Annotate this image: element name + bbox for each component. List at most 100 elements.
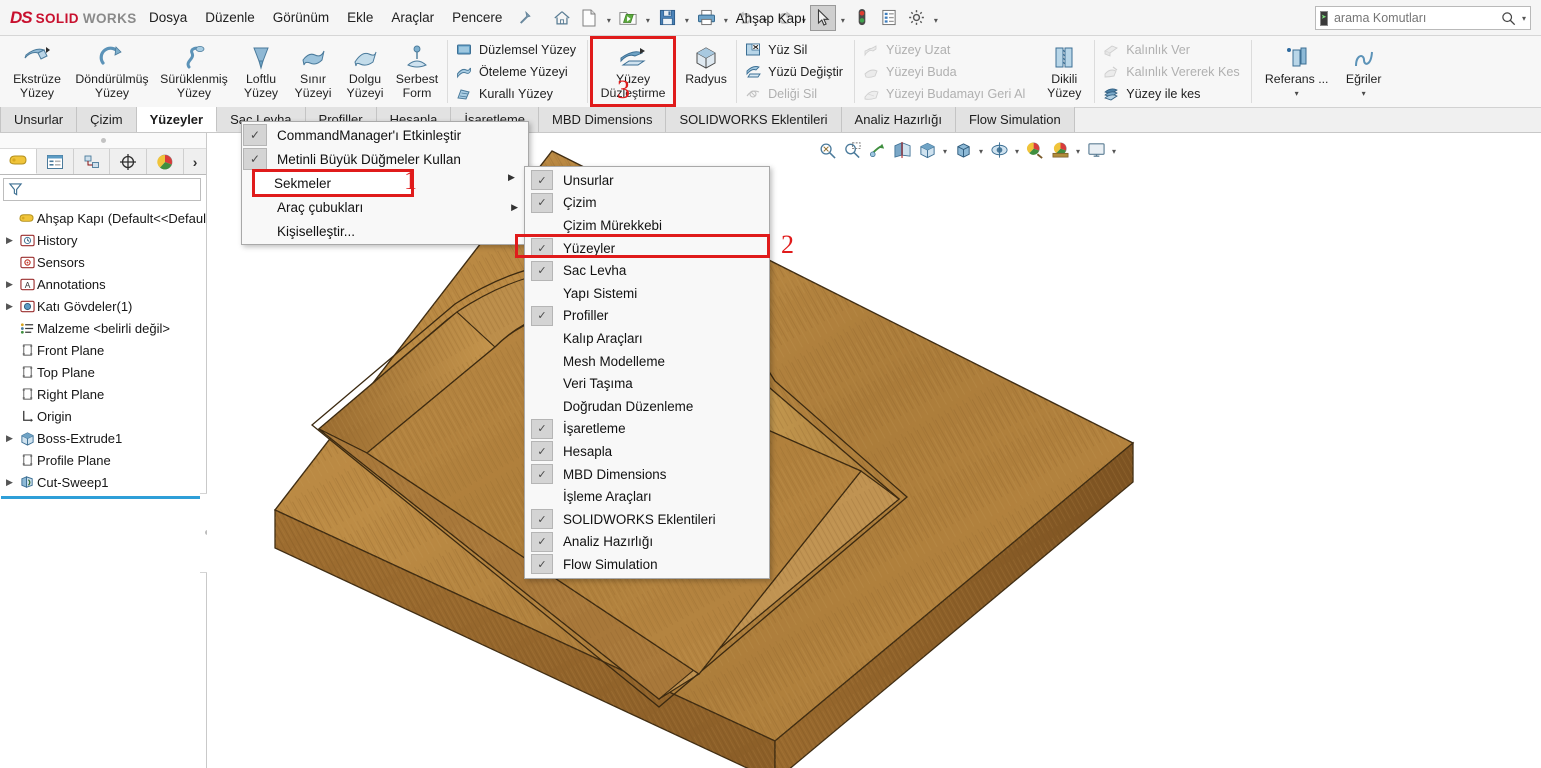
- checkbox-checked-icon[interactable]: ✓: [243, 148, 267, 170]
- tree-twisty[interactable]: ▶: [2, 235, 17, 246]
- select-arrow-icon[interactable]: [810, 4, 837, 31]
- tree-rollback-bar[interactable]: [1, 496, 206, 499]
- checkbox-checked-icon[interactable]: ✓: [243, 124, 267, 146]
- checkbox-checked-icon[interactable]: ✓: [531, 418, 553, 439]
- context-item-kisisellestir[interactable]: Kişiselleştir...: [242, 219, 528, 243]
- tab-cizim[interactable]: Çizim: [77, 107, 137, 132]
- submenu-item-cizim-murekkebi[interactable]: Çizim Mürekkebi: [525, 214, 769, 237]
- tab-unsurlar[interactable]: Unsurlar: [0, 107, 78, 132]
- submenu-item-veri-tasima[interactable]: Veri Taşıma: [525, 372, 769, 395]
- menu-item-gorunum[interactable]: Görünüm: [264, 4, 338, 31]
- ribbon-button-yuzey-ile-kes[interactable]: Yüzey ile kes: [1098, 83, 1247, 105]
- menu-item-pencere[interactable]: Pencere: [443, 4, 511, 31]
- checkbox-checked-icon[interactable]: ✓: [531, 509, 553, 530]
- ribbon-button-dolgu-yuzeyi[interactable]: Dolgu Yüzeyi: [339, 38, 391, 105]
- submenu-item-hesapla[interactable]: ✓ Hesapla: [525, 440, 769, 463]
- tree-node-history[interactable]: ▶ History: [0, 229, 206, 251]
- open-folder-caret-icon[interactable]: ▾: [642, 5, 653, 31]
- checkbox-empty-icon[interactable]: [531, 487, 553, 507]
- ribbon-button-yuz-sil[interactable]: Yüz Sil: [740, 39, 851, 61]
- ribbon-button-radyus[interactable]: Radyus: [680, 38, 732, 105]
- checkbox-checked-icon[interactable]: ✓: [531, 464, 553, 485]
- submenu-item-kalip-araclari[interactable]: Kalıp Araçları: [525, 327, 769, 350]
- submenu-item-solidworks-eklentileri[interactable]: ✓ SOLIDWORKS Eklentileri: [525, 508, 769, 531]
- checkbox-empty-icon[interactable]: [531, 283, 553, 303]
- select-caret-icon[interactable]: ▾: [837, 5, 848, 31]
- open-folder-icon[interactable]: [615, 5, 641, 31]
- checkbox-empty-icon[interactable]: [531, 215, 553, 235]
- context-item-arac-cubuklari[interactable]: Araç çubukları ▶: [242, 195, 528, 219]
- tab-analiz-hazirligi[interactable]: Analiz Hazırlığı: [841, 107, 956, 132]
- search-caret-icon[interactable]: ▾: [1522, 14, 1526, 23]
- pushpin-icon[interactable]: [517, 10, 532, 25]
- ribbon-button-ekstruze-yuzey[interactable]: Ekstrüze Yüzey: [3, 38, 71, 105]
- submenu-item-profiller[interactable]: ✓ Profiller: [525, 305, 769, 328]
- context-item-commandmanager-etkinlestir[interactable]: ✓ CommandManager'ı Etkinleştir: [242, 123, 528, 147]
- feature-tree-tab[interactable]: [0, 149, 37, 174]
- submenu-item-unsurlar[interactable]: ✓ Unsurlar: [525, 169, 769, 192]
- ribbon-button-serbest-form[interactable]: Serbest Form: [391, 38, 443, 105]
- submenu-item-isleme-araclari[interactable]: İşleme Araçları: [525, 485, 769, 508]
- panel-tabs-more-icon[interactable]: ›: [184, 149, 206, 174]
- ribbon-button-duzlemsel-yuzey[interactable]: Düzlemsel Yüzey: [451, 39, 584, 61]
- tree-node-top-plane[interactable]: Top Plane: [0, 361, 206, 383]
- ribbon-button-kuralli-yuzey[interactable]: Kurallı Yüzey: [451, 83, 584, 105]
- search-icon[interactable]: [1501, 11, 1516, 26]
- ribbon-button-loftlu-yuzey[interactable]: Loftlu Yüzey: [235, 38, 287, 105]
- new-document-icon[interactable]: [576, 5, 602, 31]
- checkbox-checked-icon[interactable]: ✓: [531, 192, 553, 213]
- panel-drag-handle[interactable]: [0, 133, 206, 149]
- checkbox-empty-icon[interactable]: [531, 374, 553, 394]
- tree-node-annotations[interactable]: ▶ A Annotations: [0, 273, 206, 295]
- checkbox-checked-icon[interactable]: ✓: [531, 170, 553, 191]
- redo-icon[interactable]: [771, 5, 797, 31]
- ribbon-button-oteleme-yuzeyi[interactable]: Öteleme Yüzeyi: [451, 61, 584, 83]
- ribbon-button-sinir-yuzeyi[interactable]: Sınır Yüzeyi: [287, 38, 339, 105]
- submenu-item-analiz-hazirligi[interactable]: ✓ Analiz Hazırlığı: [525, 531, 769, 554]
- ribbon-button-dondurulmus-yuzey[interactable]: Döndürülmüş Yüzey: [71, 38, 153, 105]
- checkbox-empty-icon[interactable]: [531, 396, 553, 416]
- menu-item-duzenle[interactable]: Düzenle: [196, 4, 264, 31]
- tab-flow-simulation[interactable]: Flow Simulation: [955, 107, 1075, 132]
- save-caret-icon[interactable]: ▾: [681, 5, 692, 31]
- feature-tree-filter[interactable]: [3, 178, 201, 201]
- checkbox-checked-icon[interactable]: ✓: [531, 441, 553, 462]
- ribbon-button-egriler[interactable]: Eğriler ▾: [1338, 38, 1390, 105]
- checkbox-checked-icon[interactable]: ✓: [531, 260, 553, 281]
- undo-icon[interactable]: [732, 5, 758, 31]
- submenu-item-isaretleme[interactable]: ✓ İşaretleme: [525, 418, 769, 441]
- tree-node-origin[interactable]: Origin: [0, 405, 206, 427]
- tree-node-profile-plane[interactable]: Profile Plane: [0, 449, 206, 471]
- home-icon[interactable]: [549, 5, 575, 31]
- command-search-box[interactable]: ➤ ▾: [1315, 6, 1531, 30]
- tree-node-solid-bodies[interactable]: ▶ Katı Gövdeler(1): [0, 295, 206, 317]
- context-item-sekmeler[interactable]: Sekmeler: [252, 169, 414, 197]
- tab-mbd-dimensions[interactable]: MBD Dimensions: [539, 107, 667, 132]
- curves-caret-icon[interactable]: ▾: [1362, 89, 1366, 98]
- menu-item-dosya[interactable]: Dosya: [140, 4, 196, 31]
- options-gear-icon[interactable]: [903, 5, 929, 31]
- tab-yuzeyler[interactable]: Yüzeyler: [136, 107, 218, 132]
- submenu-item-dogrudan-duzenleme[interactable]: Doğrudan Düzenleme: [525, 395, 769, 418]
- context-item-metinli-buyuk-dugmeler[interactable]: ✓ Metinli Büyük Düğmeler Kullan: [242, 147, 528, 171]
- tree-node-boss-extrude1[interactable]: ▶ Boss-Extrude1: [0, 427, 206, 449]
- search-input[interactable]: [1333, 11, 1495, 25]
- dimxpert-manager-tab[interactable]: [110, 149, 148, 174]
- submenu-item-mesh-modelleme[interactable]: Mesh Modelleme: [525, 350, 769, 373]
- tree-node-right-plane[interactable]: Right Plane: [0, 383, 206, 405]
- submenu-item-yapi-sistemi[interactable]: Yapı Sistemi: [525, 282, 769, 305]
- ribbon-button-dikili-yuzey[interactable]: Dikili Yüzey: [1038, 38, 1090, 105]
- tree-node-front-plane[interactable]: Front Plane: [0, 339, 206, 361]
- checkbox-checked-icon[interactable]: ✓: [531, 238, 553, 259]
- submenu-item-flow-simulation[interactable]: ✓ Flow Simulation: [525, 553, 769, 576]
- tree-twisty[interactable]: ▶: [2, 301, 17, 312]
- print-caret-icon[interactable]: ▾: [720, 5, 731, 31]
- ribbon-button-referans-geometrisi[interactable]: Referans ... ▾: [1256, 38, 1338, 105]
- options-caret-icon[interactable]: ▾: [930, 5, 941, 31]
- tree-node-sensors[interactable]: Sensors: [0, 251, 206, 273]
- display-manager-tab[interactable]: [147, 149, 185, 174]
- submenu-item-cizim[interactable]: ✓ Çizim: [525, 192, 769, 215]
- checkbox-empty-icon[interactable]: [531, 351, 553, 371]
- configuration-manager-tab[interactable]: [74, 149, 111, 174]
- checkbox-empty-icon[interactable]: [531, 328, 553, 348]
